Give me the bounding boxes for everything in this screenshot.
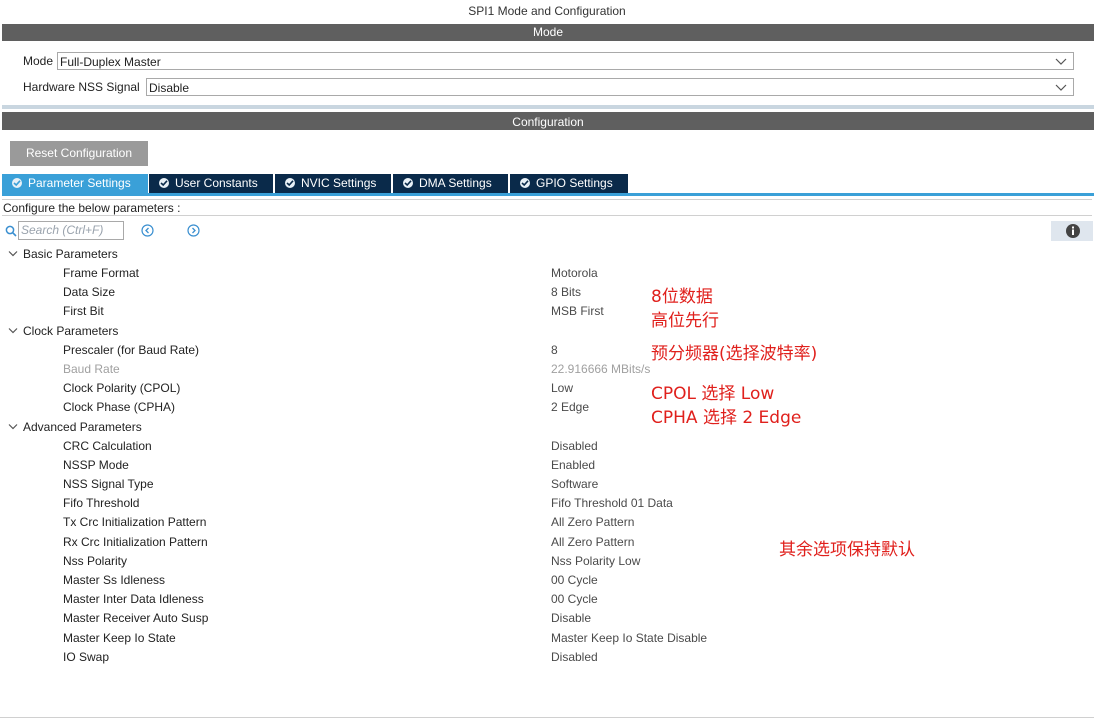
mode-section-header: Mode — [2, 24, 1094, 41]
check-circle-icon — [403, 178, 413, 188]
tab-gpio-settings[interactable]: GPIO Settings — [510, 174, 628, 193]
param-name-master-ss-idleness: Master Ss Idleness — [63, 573, 166, 587]
check-circle-icon — [520, 178, 530, 188]
param-value-fifo-threshold[interactable]: Fifo Threshold 01 Data — [551, 496, 673, 510]
annotation-others-default: 其余选项保持默认 — [779, 540, 915, 560]
param-name-baud-rate: Baud Rate — [63, 362, 120, 376]
param-name-nss-polarity: Nss Polarity — [63, 554, 128, 568]
param-value-master-keep-io-state[interactable]: Master Keep Io State Disable — [551, 631, 707, 645]
mode-label: Mode — [23, 54, 54, 68]
annotation-data-size: 8位数据 — [651, 287, 713, 307]
group-title: Clock Parameters — [23, 324, 119, 338]
chevron-down-icon — [8, 424, 18, 430]
param-name-frame-format: Frame Format — [63, 266, 140, 280]
param-name-cpha: Clock Phase (CPHA) — [63, 400, 176, 414]
tab-user-constants[interactable]: User Constants — [149, 174, 273, 193]
annotation-prescaler: 预分频器(选择波特率) — [651, 344, 818, 364]
param-value-master-receiver-auto-susp[interactable]: Disable — [551, 611, 591, 625]
param-name-prescaler: Prescaler (for Baud Rate) — [63, 343, 200, 357]
window-title: SPI1 Mode and Configuration — [468, 4, 626, 18]
tab-label: Parameter Settings — [28, 176, 131, 190]
param-value-nss-signal-type[interactable]: Software — [551, 477, 598, 491]
mode-select[interactable]: Full-Duplex Master — [57, 52, 1074, 70]
mode-select-value: Full-Duplex Master — [60, 55, 161, 69]
chevron-down-icon — [1055, 84, 1067, 91]
param-name-nssp-mode: NSSP Mode — [63, 458, 129, 472]
param-name-io-swap: IO Swap — [63, 650, 110, 664]
group-title: Advanced Parameters — [23, 420, 142, 434]
bottom-divider — [0, 717, 1094, 718]
param-value-frame-format[interactable]: Motorola — [551, 266, 598, 280]
nss-label: Hardware NSS Signal — [23, 80, 140, 94]
nss-select-value: Disable — [149, 81, 190, 95]
param-name-master-receiver-auto-susp: Master Receiver Auto Susp — [63, 611, 209, 625]
param-value-cpha[interactable]: 2 Edge — [551, 400, 589, 414]
param-value-prescaler[interactable]: 8 — [551, 343, 558, 357]
configuration-section-header: Configuration — [2, 112, 1094, 130]
tab-label: DMA Settings — [419, 176, 492, 190]
nss-select[interactable]: Disable — [146, 78, 1074, 96]
chevron-down-icon — [8, 328, 18, 334]
annotation-cpha: CPHA 选择 2 Edge — [651, 408, 802, 428]
group-basic-parameters[interactable]: Basic Parameters — [8, 247, 118, 261]
tab-label: GPIO Settings — [536, 176, 613, 190]
group-advanced-parameters[interactable]: Advanced Parameters — [8, 420, 142, 434]
param-name-cpol: Clock Polarity (CPOL) — [63, 381, 181, 395]
tab-underline — [2, 193, 1094, 196]
param-name-rx-crc-pattern: Rx Crc Initialization Pattern — [63, 535, 208, 549]
reset-configuration-button[interactable]: Reset Configuration — [10, 141, 148, 166]
tab-nvic-settings[interactable]: NVIC Settings — [275, 174, 391, 193]
check-circle-icon — [12, 178, 22, 188]
search-icon — [5, 225, 17, 237]
param-value-crc-calculation[interactable]: Disabled — [551, 439, 598, 453]
annotation-cpol: CPOL 选择 Low — [651, 384, 775, 404]
param-name-master-inter-data-idleness: Master Inter Data Idleness — [63, 592, 204, 606]
check-circle-icon — [285, 178, 295, 188]
param-value-first-bit[interactable]: MSB First — [551, 304, 604, 318]
param-value-master-inter-data-idleness[interactable]: 00 Cycle — [551, 592, 598, 606]
config-hint: Configure the below parameters : — [2, 199, 1092, 216]
param-value-data-size[interactable]: 8 Bits — [551, 285, 581, 299]
info-button[interactable] — [1051, 221, 1093, 241]
group-clock-parameters[interactable]: Clock Parameters — [8, 324, 118, 338]
divider — [2, 105, 1094, 109]
param-name-crc-calculation: CRC Calculation — [63, 439, 152, 453]
param-name-first-bit: First Bit — [63, 304, 104, 318]
param-name-nss-signal-type: NSS Signal Type — [63, 477, 154, 491]
tab-label: NVIC Settings — [301, 176, 377, 190]
annotation-first-bit: 高位先行 — [651, 311, 719, 331]
check-circle-icon — [159, 178, 169, 188]
param-value-io-swap[interactable]: Disabled — [551, 650, 598, 664]
previous-match-icon[interactable] — [141, 224, 154, 237]
param-name-tx-crc-pattern: Tx Crc Initialization Pattern — [63, 515, 207, 529]
param-value-nss-polarity[interactable]: Nss Polarity Low — [551, 554, 640, 568]
param-value-tx-crc-pattern[interactable]: All Zero Pattern — [551, 515, 634, 529]
param-name-fifo-threshold: Fifo Threshold — [63, 496, 140, 510]
param-value-rx-crc-pattern[interactable]: All Zero Pattern — [551, 535, 634, 549]
tab-label: User Constants — [175, 176, 258, 190]
param-name-master-keep-io-state: Master Keep Io State — [63, 631, 176, 645]
param-value-master-ss-idleness[interactable]: 00 Cycle — [551, 573, 598, 587]
info-icon — [1066, 224, 1080, 238]
search-input[interactable]: Search (Ctrl+F) — [18, 221, 124, 240]
chevron-down-icon — [8, 251, 18, 257]
tab-parameter-settings[interactable]: Parameter Settings — [2, 174, 148, 193]
param-value-cpol[interactable]: Low — [551, 381, 573, 395]
chevron-down-icon — [1055, 58, 1067, 65]
next-match-icon[interactable] — [187, 224, 200, 237]
param-value-baud-rate: 22.916666 MBits/s — [551, 362, 651, 376]
param-value-nssp-mode[interactable]: Enabled — [551, 458, 595, 472]
group-title: Basic Parameters — [23, 247, 118, 261]
tab-dma-settings[interactable]: DMA Settings — [393, 174, 508, 193]
param-name-data-size: Data Size — [63, 285, 116, 299]
